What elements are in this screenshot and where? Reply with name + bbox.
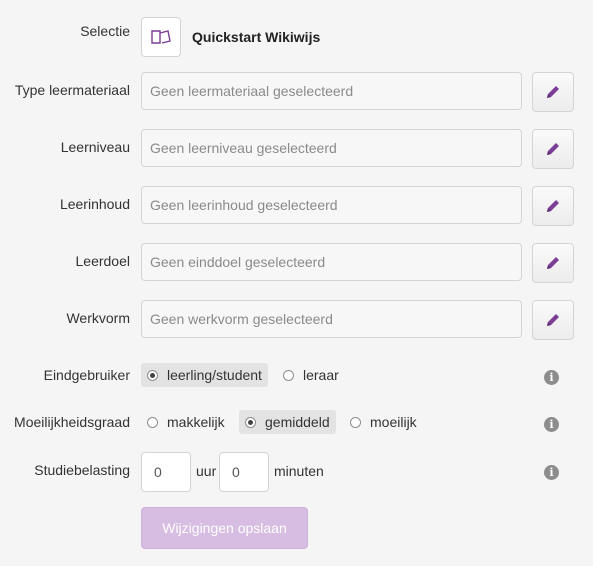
radio-label: moeilijk <box>370 414 417 430</box>
radio-makkelijk[interactable]: makkelijk <box>141 410 231 434</box>
selection-title: Quickstart Wikiwijs <box>192 29 321 45</box>
minutes-unit: minuten <box>274 463 324 479</box>
info-icon[interactable]: i <box>544 370 559 385</box>
pencil-icon <box>547 314 559 326</box>
leerinhoud-label: Leerinhoud <box>59 196 130 212</box>
leerdoel-value: Geen einddoel geselecteerd <box>150 254 326 270</box>
radio-leraar[interactable]: leraar <box>277 363 345 387</box>
info-icon[interactable]: i <box>544 465 559 480</box>
selectie-label: Selectie <box>80 23 130 39</box>
radio-moeilijk[interactable]: moeilijk <box>344 410 423 434</box>
werkvorm-value: Geen werkvorm geselecteerd <box>150 311 333 327</box>
radio-dot <box>147 416 158 428</box>
leerinhoud-value: Geen leerinhoud geselecteerd <box>150 197 338 213</box>
radio-label: gemiddeld <box>265 414 330 430</box>
leerdoel-label: Leerdoel <box>75 253 131 269</box>
radio-dot <box>283 369 294 381</box>
save-changes-button[interactable]: Wijzigingen opslaan <box>141 507 308 549</box>
radio-dot <box>245 416 256 428</box>
info-icon[interactable]: i <box>544 417 559 432</box>
radio-label: leraar <box>303 367 339 383</box>
type-leermateriaal-value: Geen leermateriaal geselecteerd <box>150 83 354 99</box>
werkvorm-label: Werkvorm <box>66 310 130 326</box>
hours-unit: uur <box>196 463 217 479</box>
type-leermateriaal-label: Type leermateriaal <box>14 82 130 98</box>
leerniveau-label: Leerniveau <box>60 139 130 155</box>
studiebelasting-label: Studiebelasting <box>34 462 130 478</box>
pencil-icon <box>547 86 559 98</box>
leerniveau-value: Geen leerniveau geselecteerd <box>150 140 337 156</box>
radio-label: makkelijk <box>167 414 225 430</box>
edit-leerinhoud-button[interactable] <box>532 186 574 226</box>
pencil-icon <box>547 200 559 212</box>
radio-gemiddeld[interactable]: gemiddeld <box>239 410 336 434</box>
eindgebruiker-label: Eindgebruiker <box>43 367 130 383</box>
moeilijkheidsgraad-label: Moeilijkheidsgraad <box>14 414 130 430</box>
edit-leerniveau-button[interactable] <box>532 129 574 169</box>
type-leermateriaal-field: Geen leermateriaal geselecteerd <box>141 72 522 110</box>
edit-type-leermateriaal-button[interactable] <box>532 72 574 112</box>
radio-dot <box>147 369 158 381</box>
edit-werkvorm-button[interactable] <box>532 300 574 340</box>
leerniveau-field: Geen leerniveau geselecteerd <box>141 129 522 167</box>
leerinhoud-field: Geen leerinhoud geselecteerd <box>141 186 522 224</box>
edit-leerdoel-button[interactable] <box>532 243 574 283</box>
radio-dot <box>350 416 361 428</box>
radio-label: leerling/student <box>167 367 262 383</box>
minutes-input[interactable] <box>219 452 269 492</box>
pencil-icon <box>547 143 559 155</box>
hours-input[interactable] <box>141 452 191 492</box>
book-icon <box>141 17 181 57</box>
radio-leerling-student[interactable]: leerling/student <box>141 363 268 387</box>
pencil-icon <box>547 257 559 269</box>
leerdoel-field: Geen einddoel geselecteerd <box>141 243 522 281</box>
werkvorm-field: Geen werkvorm geselecteerd <box>141 300 522 338</box>
